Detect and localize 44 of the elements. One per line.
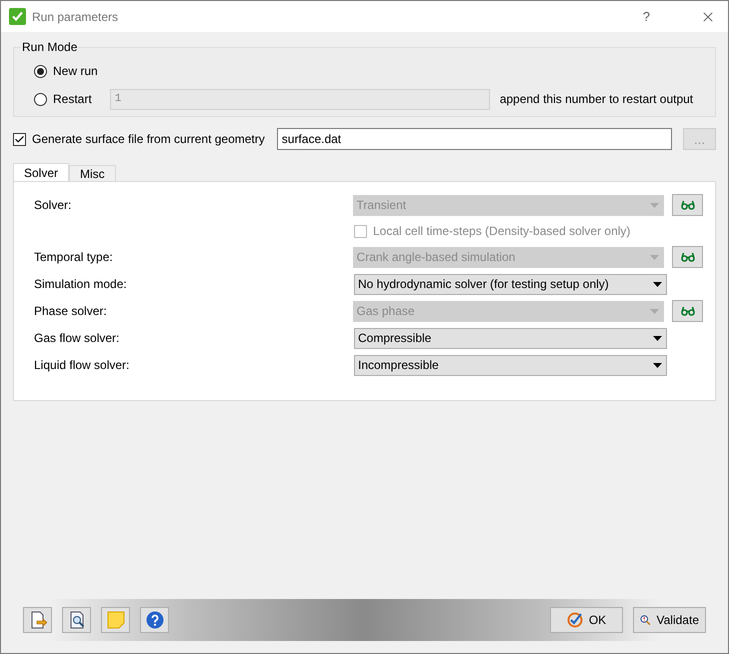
tab[interactable]: Misc (69, 165, 116, 182)
radio-button[interactable] (34, 92, 47, 106)
checkmark-icon (9, 8, 26, 25)
surface-file-field[interactable]: surface.dat (276, 128, 672, 150)
checkmark-icon (566, 612, 583, 628)
dropdown[interactable]: Compressible (354, 328, 667, 348)
dropdown[interactable]: Incompressible (354, 354, 667, 376)
caret-icon (650, 254, 660, 260)
tool-button[interactable] (140, 607, 169, 633)
help-icon (146, 611, 164, 629)
restart-hint: append this number to restart output (500, 92, 694, 106)
tab[interactable]: Solver (13, 163, 70, 182)
window-title: Run parameters (32, 10, 120, 24)
validate-button[interactable]: Validate (633, 607, 706, 633)
glasses-icon (680, 252, 695, 262)
field-label: Solver: (34, 198, 72, 212)
caret-icon (650, 202, 660, 208)
radio-button[interactable] (34, 64, 47, 78)
document-magnifier-icon (68, 611, 86, 629)
glasses-icon (680, 306, 695, 316)
ok-button[interactable]: OK (550, 607, 623, 633)
field-label: Liquid flow solver: (34, 358, 130, 372)
checkbox-label: Generate surface file from current geometry (32, 132, 265, 146)
glasses-icon (680, 200, 695, 210)
group-title: Run Mode (21, 40, 78, 54)
caret-icon (653, 336, 662, 340)
sticky-note-icon (106, 611, 124, 629)
radio-label: New run (53, 64, 98, 78)
checkbox[interactable] (13, 132, 26, 146)
field-label: Phase solver: (34, 304, 108, 318)
checkbox-label: Local cell time-steps (Density-based solver only) (373, 224, 630, 238)
dropdown[interactable]: No hydrodynamic solver (for testing setup only) (354, 274, 667, 294)
document-arrow-icon (28, 611, 46, 629)
caret-icon (653, 362, 662, 368)
radio-label: Restart (53, 92, 92, 106)
tool-button[interactable] (23, 607, 52, 633)
field-label: Temporal type: (34, 250, 114, 264)
tool-button[interactable] (62, 607, 91, 633)
field-label: Gas flow solver: (34, 331, 120, 345)
magnifier-icon (640, 612, 651, 628)
caret-icon (650, 308, 660, 314)
help-button[interactable]: ? (636, 9, 656, 24)
caret-icon (653, 282, 662, 286)
field-label: Simulation mode: (34, 277, 128, 291)
